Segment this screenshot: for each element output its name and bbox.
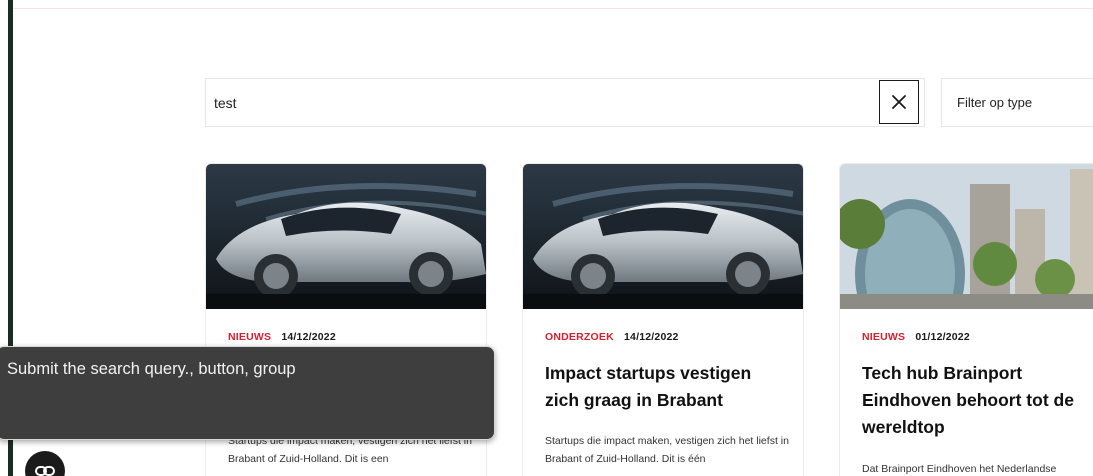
clear-search-button[interactable] xyxy=(879,80,919,124)
card-meta: NIEUWS 14/12/2022 xyxy=(228,331,336,343)
card-date: 14/12/2022 xyxy=(624,331,679,343)
filter-type-label: Filter op type xyxy=(957,95,1033,110)
silver-solar-car-photo xyxy=(523,164,803,309)
floating-link-button[interactable] xyxy=(25,451,65,476)
card-excerpt: Dat Brainport Eindhoven het Nederlandse xyxy=(862,463,1057,475)
article-card[interactable]: NIEUWS 01/12/2022 Tech hub Brainport Ein… xyxy=(839,163,1093,476)
card-meta: NIEUWS 01/12/2022 xyxy=(862,331,970,343)
card-category: NIEUWS xyxy=(228,331,272,343)
card-title[interactable]: Tech hub Brainport Eindhoven behoort tot… xyxy=(862,360,1093,441)
card-excerpt: Startups die impact maken, vestigen zich… xyxy=(545,435,789,465)
silver-solar-car-photo xyxy=(206,164,486,309)
card-date: 14/12/2022 xyxy=(281,331,336,343)
accessibility-tooltip: Submit the search query., button, group xyxy=(0,346,495,440)
header-divider xyxy=(12,8,1093,9)
card-category: NIEUWS xyxy=(862,331,906,343)
card-title[interactable]: Impact startups vestigen zich graag in B… xyxy=(545,360,790,414)
article-card[interactable]: ONDERZOEK 14/12/2022 Impact startups ves… xyxy=(522,163,804,476)
filter-type-dropdown[interactable]: Filter op type xyxy=(941,78,1093,127)
search-input[interactable] xyxy=(214,91,854,115)
close-icon xyxy=(892,95,906,109)
link-icon xyxy=(35,466,55,476)
card-meta: ONDERZOEK 14/12/2022 xyxy=(545,331,679,343)
eindhoven-skyline-photo xyxy=(840,164,1093,309)
card-category: ONDERZOEK xyxy=(545,331,614,343)
tooltip-text: Submit the search query., button, group xyxy=(7,360,296,378)
card-date: 01/12/2022 xyxy=(915,331,970,343)
search-field[interactable] xyxy=(205,78,925,127)
